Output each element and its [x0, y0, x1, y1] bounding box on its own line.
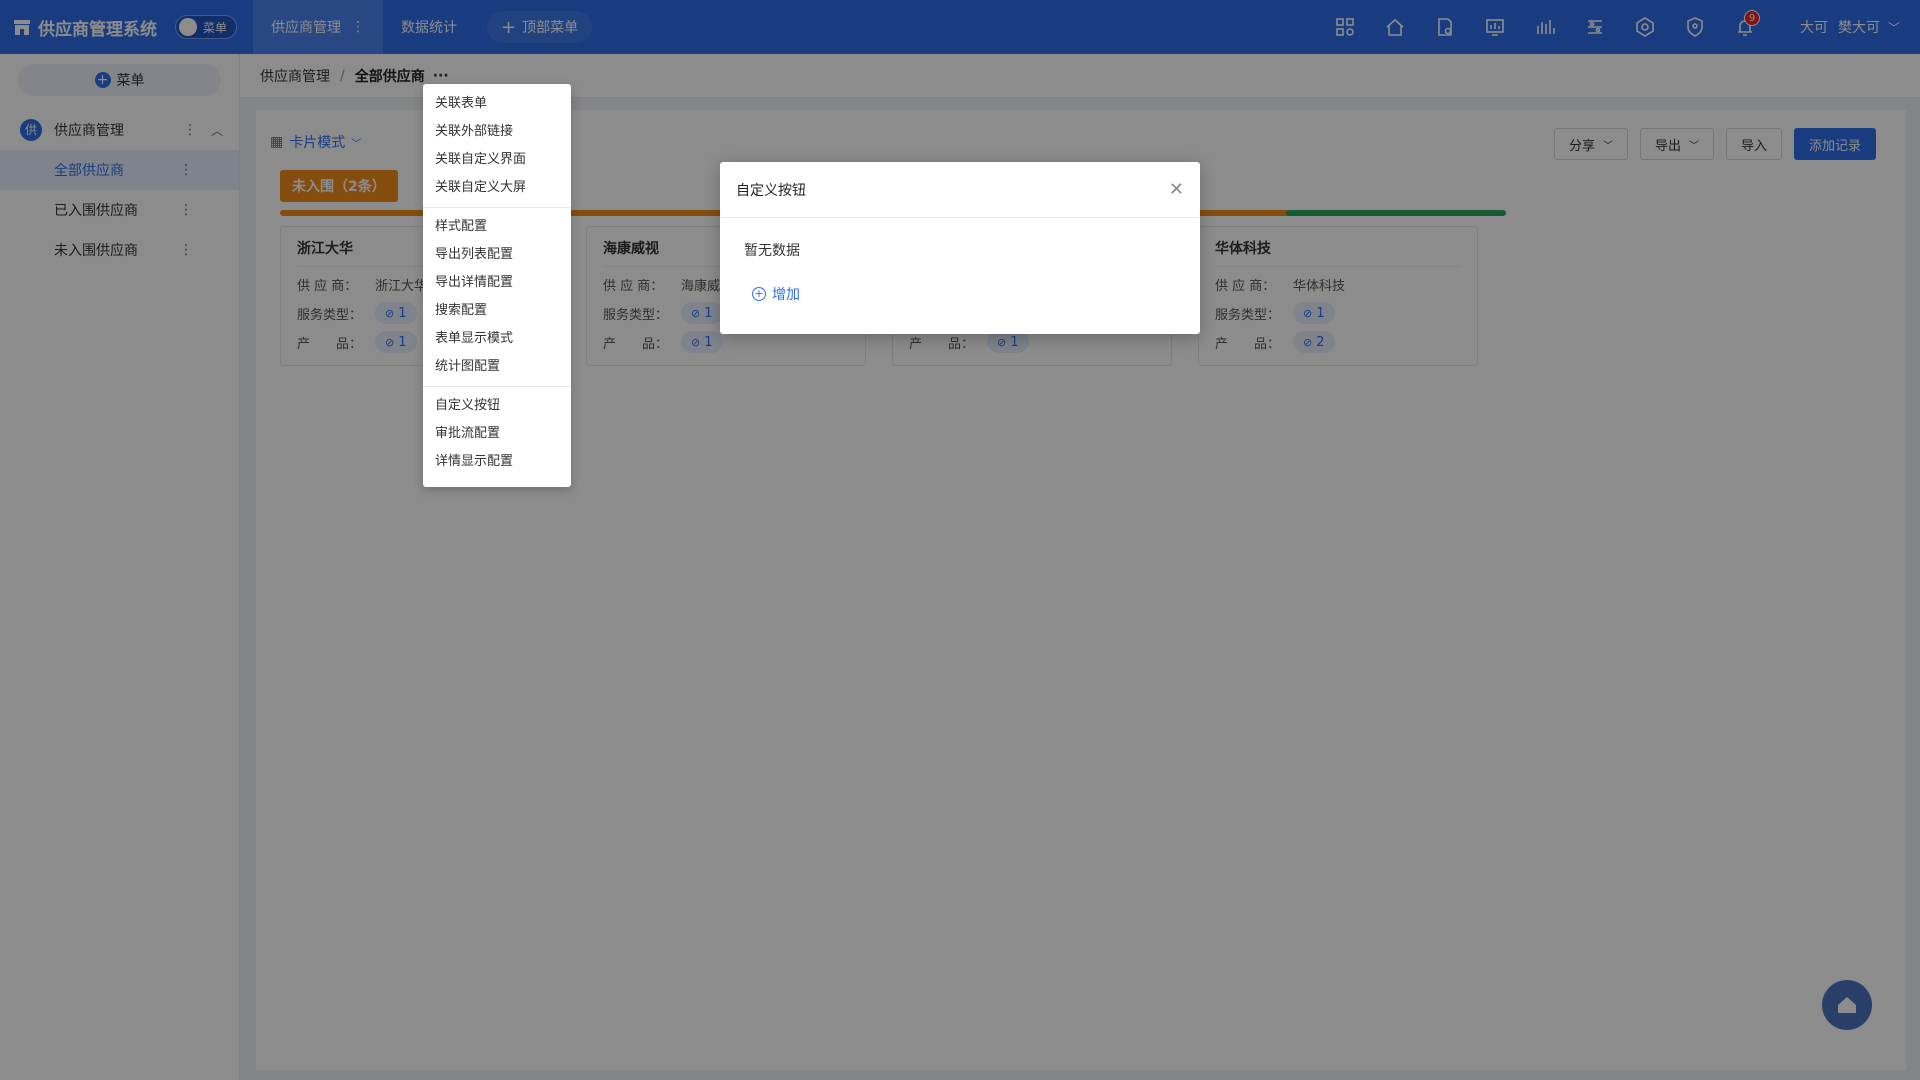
dialog-body: 暂无数据 + 增加	[720, 218, 1200, 326]
menu-item-search-config[interactable]: 搜索配置	[423, 297, 571, 325]
menu-item-approval-flow[interactable]: 审批流配置	[423, 420, 571, 448]
menu-divider	[423, 207, 571, 208]
menu-item-chart-config[interactable]: 统计图配置	[423, 353, 571, 381]
custom-button-dialog: 自定义按钮 ✕ 暂无数据 + 增加	[720, 162, 1200, 334]
menu-divider	[423, 386, 571, 387]
close-icon[interactable]: ✕	[1169, 179, 1184, 200]
more-options-menu: 关联表单 关联外部链接 关联自定义界面 关联自定义大屏 样式配置 导出列表配置 …	[423, 84, 571, 487]
menu-item-custom-button[interactable]: 自定义按钮	[423, 392, 571, 420]
add-button[interactable]: + 增加	[744, 284, 1176, 304]
menu-item-link-external[interactable]: 关联外部链接	[423, 118, 571, 146]
menu-item-link-custom-screen[interactable]: 关联自定义大屏	[423, 174, 571, 202]
dialog-header: 自定义按钮 ✕	[720, 162, 1200, 218]
menu-item-export-list-config[interactable]: 导出列表配置	[423, 241, 571, 269]
dialog-title: 自定义按钮	[736, 182, 806, 199]
add-label: 增加	[772, 287, 800, 303]
menu-item-link-form[interactable]: 关联表单	[423, 90, 571, 118]
plus-circle-icon: +	[752, 287, 766, 301]
menu-item-form-display-mode[interactable]: 表单显示模式	[423, 325, 571, 353]
menu-item-style-config[interactable]: 样式配置	[423, 213, 571, 241]
menu-item-detail-display[interactable]: 详情显示配置	[423, 448, 571, 476]
menu-item-export-detail-config[interactable]: 导出详情配置	[423, 269, 571, 297]
empty-state-text: 暂无数据	[744, 243, 800, 259]
menu-item-link-custom-page[interactable]: 关联自定义界面	[423, 146, 571, 174]
